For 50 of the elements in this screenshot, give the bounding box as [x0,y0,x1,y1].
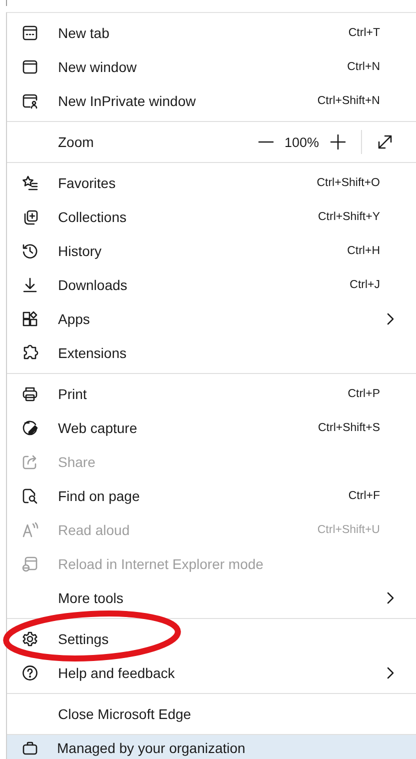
menu-item[interactable]: Favorites Ctrl+Shift+O [7,166,416,200]
plus-icon [329,133,347,151]
expand-arrow-icon [376,133,394,151]
tab-icon [21,24,39,42]
ie-mode-icon [21,555,39,573]
window-icon [21,58,39,76]
menu-item[interactable]: History Ctrl+H [7,234,416,268]
download-icon [21,276,39,294]
puzzle-icon [21,344,39,362]
capture-icon [21,419,39,437]
menu-item[interactable]: New tab Ctrl+T [7,16,416,50]
menu-item[interactable]: Downloads Ctrl+J [7,268,416,302]
shortcut-text: Ctrl+Shift+S [318,422,380,434]
star-list-icon [21,174,39,192]
menu-item[interactable]: Print Ctrl+P [7,377,416,411]
menu-item[interactable]: Extensions [7,336,416,370]
gear-icon [21,630,39,648]
read-aloud-icon [21,521,39,539]
menu-item[interactable]: Web capture Ctrl+Shift+S [7,411,416,445]
managed-banner[interactable]: Managed by your organization [7,735,416,759]
shortcut-text: Ctrl+Shift+Y [318,211,380,223]
menu-item[interactable]: Close Microsoft Edge [7,697,416,731]
shortcut-text: Ctrl+H [347,245,380,257]
find-icon [21,487,39,505]
shortcut-text: Ctrl+Shift+O [316,177,380,189]
menu-item[interactable]: More tools [7,581,416,615]
apps-icon [21,310,39,328]
menu-item[interactable]: Help and feedback [7,656,416,690]
zoom-value: 100% [284,134,319,150]
menu-item[interactable]: New window Ctrl+N [7,50,416,84]
menu-item[interactable]: Find on page Ctrl+F [7,479,416,513]
clock-icon [21,242,39,260]
shortcut-text: Ctrl+T [348,27,380,39]
shortcut-text: Ctrl+Shift+U [317,524,380,536]
private-window-icon [21,92,39,110]
help-icon [21,664,39,682]
menu-item[interactable]: Apps [7,302,416,336]
menu-item[interactable]: New InPrivate window Ctrl+Shift+N [7,84,416,118]
shortcut-text: Ctrl+Shift+N [317,95,380,107]
zoom-label: Zoom [58,134,95,150]
minus-icon [258,141,274,143]
share-icon [21,453,39,471]
shortcut-text: Ctrl+J [350,279,380,291]
menu-item[interactable]: Settings [7,622,416,656]
printer-icon [21,385,39,403]
shortcut-text: Ctrl+P [348,388,380,400]
shortcut-text: Ctrl+F [348,490,380,502]
shortcut-text: Ctrl+N [347,61,380,73]
menu-item[interactable]: Collections Ctrl+Shift+Y [7,200,416,234]
managed-text: Managed by your organization [57,740,246,756]
